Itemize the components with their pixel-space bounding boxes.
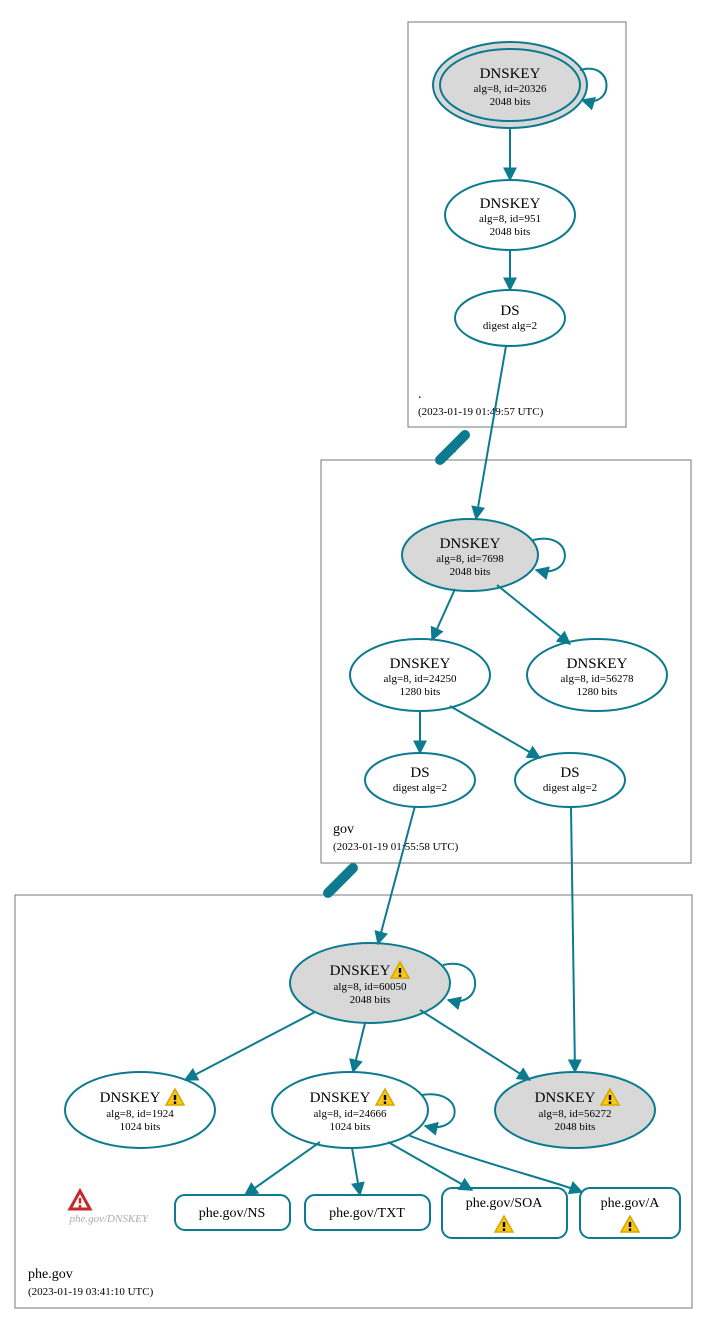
node-phe-a: phe.gov/A <box>580 1188 680 1238</box>
svg-text:DS: DS <box>410 765 429 781</box>
svg-text:alg=8, id=60050: alg=8, id=60050 <box>334 981 407 993</box>
svg-text:1280 bits: 1280 bits <box>400 686 441 698</box>
edge-gov-zsk1-ds2 <box>450 706 540 758</box>
edge-phe-ksk-zsk1 <box>185 1012 315 1080</box>
svg-text:2048 bits: 2048 bits <box>490 96 531 108</box>
node-gov-zsk2: DNSKEY alg=8, id=56278 1280 bits <box>527 639 667 711</box>
svg-text:phe.gov/TXT: phe.gov/TXT <box>329 1206 405 1221</box>
zone-phe-timestamp: (2023-01-19 03:41:10 UTC) <box>28 1286 154 1298</box>
edge-root-ds-gov-ksk <box>476 346 506 519</box>
svg-text:1024 bits: 1024 bits <box>120 1121 161 1133</box>
edge-gov-ksk-zsk1 <box>432 589 455 640</box>
svg-text:alg=8, id=1924: alg=8, id=1924 <box>106 1108 174 1120</box>
node-phe-zsk1: DNSKEY alg=8, id=1924 1024 bits <box>65 1072 215 1148</box>
svg-text:alg=8, id=56272: alg=8, id=56272 <box>539 1108 612 1120</box>
edge-gov-ds2-phe-zsk3 <box>571 807 575 1072</box>
svg-text:2048 bits: 2048 bits <box>555 1121 596 1133</box>
edge-phe-ksk-zsk3 <box>420 1010 530 1080</box>
node-root-ds: DS digest alg=2 <box>455 290 565 346</box>
edge-phe-zsk2-soa <box>388 1142 472 1190</box>
node-phe-ns: phe.gov/NS <box>175 1195 290 1230</box>
svg-text:digest alg=2: digest alg=2 <box>393 782 447 794</box>
svg-text:alg=8, id=951: alg=8, id=951 <box>479 213 541 225</box>
svg-text:2048 bits: 2048 bits <box>490 226 531 238</box>
node-gov-ds2: DS digest alg=2 <box>515 753 625 807</box>
zone-gov-label: gov <box>333 822 354 837</box>
node-root-ksk: DNSKEY alg=8, id=20326 2048 bits <box>433 42 587 128</box>
svg-text:phe.gov/A: phe.gov/A <box>601 1196 661 1211</box>
svg-text:DNSKEY: DNSKEY <box>440 536 501 552</box>
node-root-zsk: DNSKEY alg=8, id=951 2048 bits <box>445 180 575 250</box>
svg-text:alg=8, id=20326: alg=8, id=20326 <box>474 83 547 95</box>
node-gov-zsk1: DNSKEY alg=8, id=24250 1280 bits <box>350 639 490 711</box>
svg-text:2048 bits: 2048 bits <box>450 566 491 578</box>
svg-text:DNSKEY: DNSKEY <box>535 1090 596 1106</box>
node-phe-zsk3: DNSKEY alg=8, id=56272 2048 bits <box>495 1072 655 1148</box>
svg-text:alg=8, id=7698: alg=8, id=7698 <box>436 553 504 565</box>
svg-text:DS: DS <box>500 303 519 319</box>
zone-phe-label: phe.gov <box>28 1267 73 1282</box>
svg-text:DNSKEY: DNSKEY <box>330 963 391 979</box>
svg-text:alg=8, id=24666: alg=8, id=24666 <box>314 1108 387 1120</box>
edge-phe-zsk2-ns <box>245 1142 320 1195</box>
node-phe-txt: phe.gov/TXT <box>305 1195 430 1230</box>
svg-text:DNSKEY: DNSKEY <box>480 66 541 82</box>
edge-gov-ksk-zsk2 <box>497 585 570 644</box>
node-phe-soa: phe.gov/SOA <box>442 1188 567 1238</box>
node-gov-ds1: DS digest alg=2 <box>365 753 475 807</box>
zonearrow-gov-phe <box>328 868 353 893</box>
svg-text:1024 bits: 1024 bits <box>330 1121 371 1133</box>
svg-text:alg=8, id=56278: alg=8, id=56278 <box>561 673 634 685</box>
svg-text:2048 bits: 2048 bits <box>350 994 391 1006</box>
zone-root-timestamp: (2023-01-19 01:49:57 UTC) <box>418 406 544 418</box>
node-phe-missing-dnskey: phe.gov/DNSKEY <box>68 1191 149 1225</box>
svg-text:DNSKEY: DNSKEY <box>480 196 541 212</box>
error-icon <box>70 1191 90 1209</box>
edge-phe-zsk2-txt <box>352 1148 360 1195</box>
edge-gov-ds1-phe-ksk <box>378 806 415 944</box>
svg-text:DS: DS <box>560 765 579 781</box>
svg-text:DNSKEY: DNSKEY <box>567 656 628 672</box>
svg-text:phe.gov/DNSKEY: phe.gov/DNSKEY <box>68 1213 149 1225</box>
svg-text:1280 bits: 1280 bits <box>577 686 618 698</box>
node-gov-ksk: DNSKEY alg=8, id=7698 2048 bits <box>402 519 538 591</box>
svg-text:phe.gov/SOA: phe.gov/SOA <box>466 1196 544 1211</box>
svg-text:alg=8, id=24250: alg=8, id=24250 <box>384 673 457 685</box>
svg-text:digest alg=2: digest alg=2 <box>483 320 537 332</box>
edge-phe-ksk-zsk2 <box>353 1023 365 1072</box>
zone-root-label: . <box>418 387 422 402</box>
svg-text:phe.gov/NS: phe.gov/NS <box>199 1206 266 1221</box>
svg-text:DNSKEY: DNSKEY <box>310 1090 371 1106</box>
svg-text:DNSKEY: DNSKEY <box>100 1090 161 1106</box>
svg-text:digest alg=2: digest alg=2 <box>543 782 597 794</box>
node-phe-ksk: DNSKEY alg=8, id=60050 2048 bits <box>290 943 450 1023</box>
node-phe-zsk2: DNSKEY alg=8, id=24666 1024 bits <box>272 1072 428 1148</box>
dnssec-diagram: . (2023-01-19 01:49:57 UTC) DNSKEY alg=8… <box>0 0 707 1333</box>
svg-text:DNSKEY: DNSKEY <box>390 656 451 672</box>
zone-gov-timestamp: (2023-01-19 01:55:58 UTC) <box>333 841 459 853</box>
